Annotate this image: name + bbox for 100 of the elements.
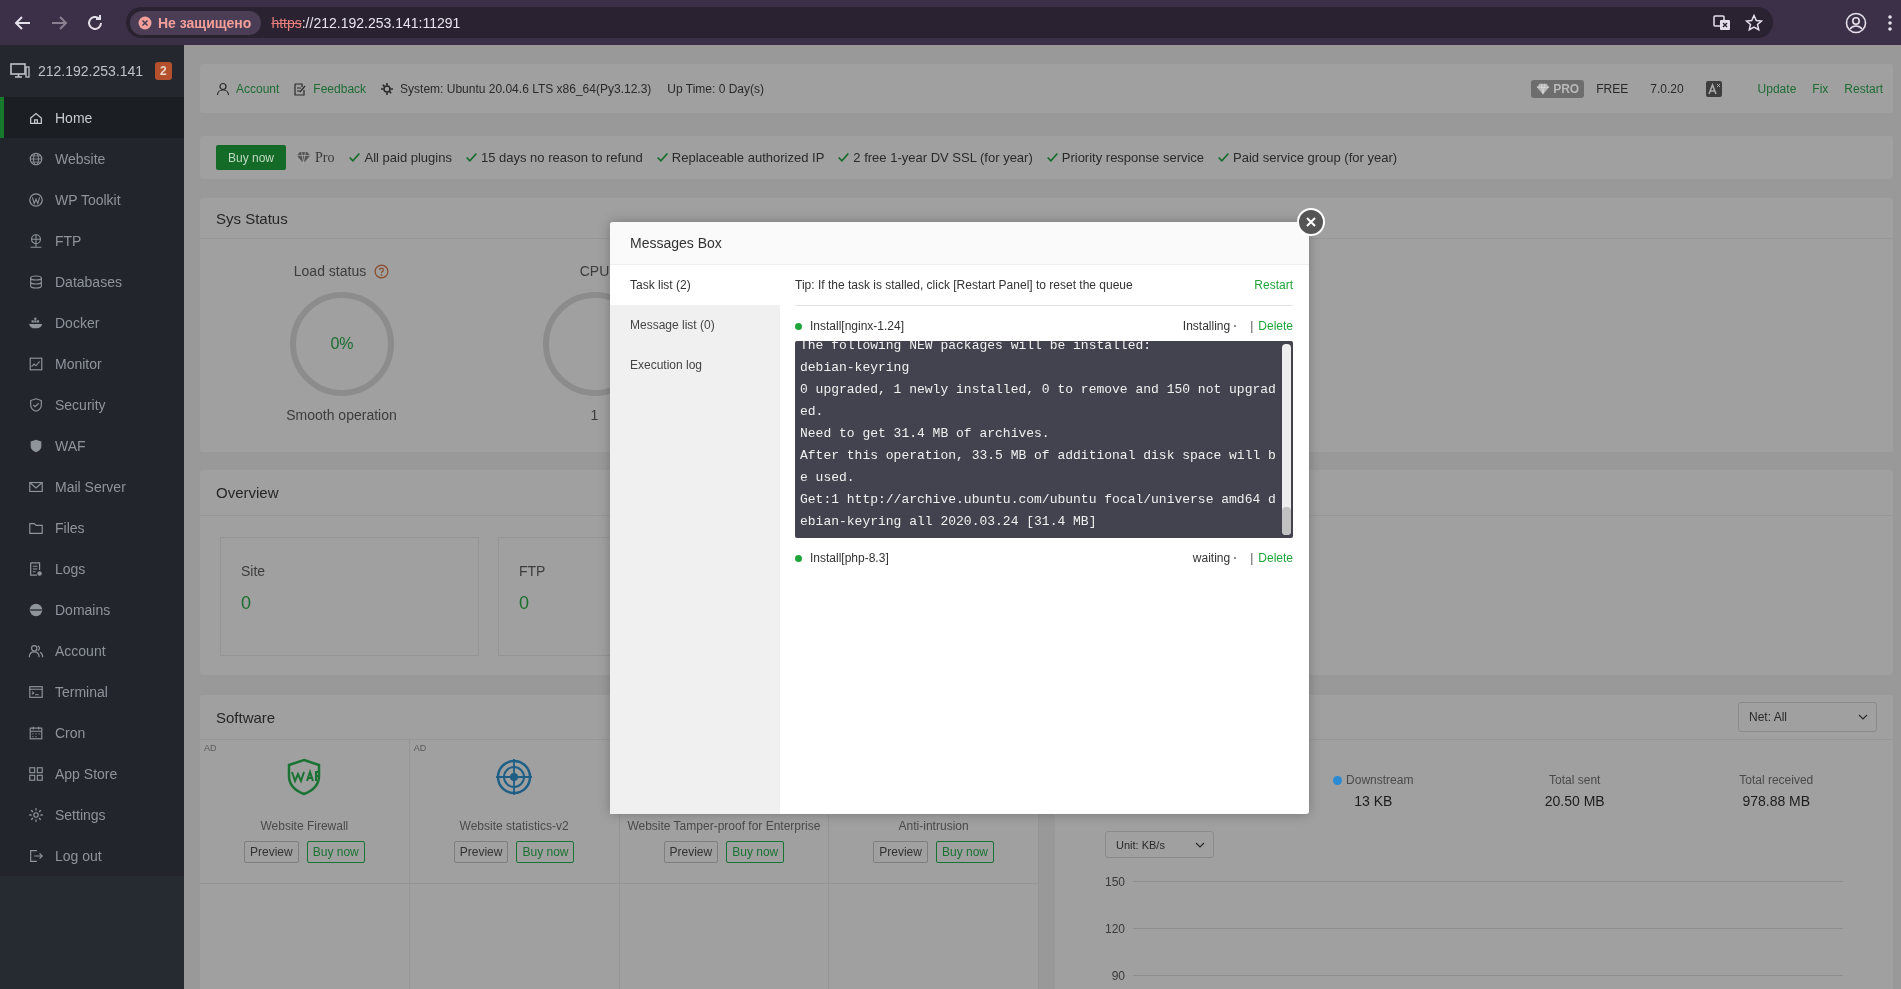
check-icon bbox=[655, 151, 669, 164]
check-icon bbox=[348, 151, 362, 164]
check-icon bbox=[1217, 151, 1231, 164]
feature-text: 2 free 1-year DV SSL (for year) bbox=[853, 150, 1033, 165]
target-icon bbox=[495, 758, 534, 796]
restart-link[interactable]: Restart bbox=[1254, 278, 1293, 292]
ad-label: AD bbox=[204, 743, 217, 753]
logout-icon bbox=[28, 847, 44, 864]
network-select[interactable]: Net: All bbox=[1738, 702, 1877, 732]
circle-logo-icon bbox=[28, 191, 44, 208]
sidebar-item[interactable]: WP Toolkit bbox=[0, 179, 184, 220]
stat-card[interactable]: Site 0 bbox=[220, 537, 479, 656]
tab[interactable]: Execution log bbox=[610, 345, 780, 385]
sidebar-item[interactable]: Docker bbox=[0, 302, 184, 343]
preview-button[interactable]: Preview bbox=[663, 841, 719, 863]
network-globe-icon bbox=[28, 232, 44, 249]
language-icon[interactable] bbox=[1705, 80, 1722, 97]
unit-select[interactable]: Unit: KB/s bbox=[1105, 831, 1214, 858]
monitor-icon bbox=[10, 62, 30, 80]
sidebar-item[interactable]: Files bbox=[0, 507, 184, 548]
sidebar-item[interactable]: Security bbox=[0, 384, 184, 425]
stat-label: Total received bbox=[1739, 773, 1814, 787]
security-chip[interactable]: Не защищено bbox=[130, 10, 262, 35]
address-bar[interactable]: Не защищено https://212.192.253.141:11291 bbox=[126, 7, 1773, 38]
sidebar-item[interactable]: Log out bbox=[0, 835, 184, 876]
caret-icon bbox=[1858, 714, 1868, 720]
feature-text: Priority response service bbox=[1061, 150, 1205, 165]
grid-icon bbox=[28, 765, 44, 782]
globe-icon bbox=[28, 150, 44, 167]
sidebar-item[interactable]: FTP bbox=[0, 220, 184, 261]
plugin-name: Anti-intrusion bbox=[898, 819, 969, 833]
sidebar-item[interactable]: Monitor bbox=[0, 343, 184, 384]
profile-icon[interactable] bbox=[1845, 11, 1867, 34]
check-icon bbox=[1045, 151, 1059, 164]
chart-icon bbox=[28, 355, 44, 372]
sidebar-item[interactable]: Logs bbox=[0, 548, 184, 589]
menu-icon[interactable] bbox=[1887, 13, 1893, 32]
sidebar-item[interactable]: App Store bbox=[0, 753, 184, 794]
tab[interactable]: Message list (0) bbox=[610, 305, 780, 345]
status-dot bbox=[795, 554, 802, 562]
sidebar-item[interactable]: Account bbox=[0, 630, 184, 671]
plugin-name: Website statistics-v2 bbox=[459, 819, 569, 833]
tip-text: Tip: If the task is stalled, click [Restart Panel] to reset the queue bbox=[795, 278, 1133, 292]
buy-now-button[interactable]: Buy now bbox=[216, 145, 287, 170]
tab[interactable]: Task list (2) bbox=[610, 265, 780, 305]
sidebar-item[interactable]: Cron bbox=[0, 712, 184, 753]
axis-label: 150 bbox=[1105, 874, 1125, 889]
close-icon bbox=[1305, 216, 1317, 228]
gauge-caption: Smooth operation bbox=[286, 407, 397, 423]
feature-text: Replaceable authorized IP bbox=[671, 150, 825, 165]
scrollbar[interactable] bbox=[1282, 344, 1291, 535]
shield-icon bbox=[28, 396, 44, 413]
preview-button[interactable]: Preview bbox=[244, 841, 299, 863]
plugin-name: Website Firewall bbox=[260, 819, 349, 833]
tier-label: Pro bbox=[315, 149, 335, 166]
help-icon[interactable] bbox=[374, 263, 390, 279]
ad-label: AD bbox=[413, 743, 427, 753]
stat-value: 13 KB bbox=[1354, 793, 1393, 809]
user-icon bbox=[216, 81, 230, 96]
separator-text: | bbox=[1250, 319, 1254, 333]
sidebar-item[interactable]: Settings bbox=[0, 794, 184, 835]
sidebar-item[interactable]: Home bbox=[0, 97, 184, 138]
sidebar-item[interactable]: WAF bbox=[0, 425, 184, 466]
feature-text: 15 days no reason to refund bbox=[480, 150, 643, 165]
axis-label: 120 bbox=[1105, 921, 1125, 936]
gauge-label: Load status bbox=[293, 263, 367, 279]
diamond-icon bbox=[1536, 81, 1551, 96]
error-icon bbox=[138, 15, 152, 30]
version-label: 7.0.20 bbox=[1650, 81, 1684, 96]
gauge-value: 0% bbox=[329, 335, 354, 352]
notification-badge[interactable]: 2 bbox=[155, 62, 172, 80]
plugin-name: Website Tamper-proof for Enterprise bbox=[627, 819, 821, 833]
task-status: Installing bbox=[1182, 319, 1231, 333]
log-line: Need to get 31.4 MB of archives. bbox=[800, 425, 1051, 443]
star-icon[interactable] bbox=[1745, 13, 1763, 32]
sidebar-item[interactable]: Terminal bbox=[0, 671, 184, 712]
check-icon bbox=[837, 151, 851, 164]
dialog-title: Messages Box bbox=[610, 222, 1309, 265]
log-line: debian-keyring bbox=[800, 359, 911, 377]
uptime-text: Up Time: 0 Day(s) bbox=[667, 81, 764, 96]
feature-text: Paid service group (for year) bbox=[1233, 150, 1398, 165]
sidebar-item[interactable]: Website bbox=[0, 138, 184, 179]
url-text: https://212.192.253.141:11291 bbox=[271, 14, 461, 31]
status-dot bbox=[795, 322, 802, 330]
task-name: Install[php-8.3] bbox=[810, 551, 890, 565]
separator-text: | bbox=[1250, 551, 1254, 565]
log-line: 0 upgraded, 1 newly installed, 0 to remove and 150 not upgraded. bbox=[800, 381, 1277, 421]
sidebar-item[interactable]: Mail Server bbox=[0, 466, 184, 507]
translate-icon[interactable] bbox=[1713, 13, 1731, 32]
edition-label: FREE bbox=[1596, 81, 1629, 96]
database-icon bbox=[28, 273, 44, 290]
delete-link[interactable]: Delete bbox=[1258, 551, 1293, 565]
sidebar-item[interactable]: Domains bbox=[0, 589, 184, 630]
preview-button[interactable]: Preview bbox=[873, 841, 928, 863]
diamond-icon bbox=[296, 150, 312, 165]
preview-button[interactable]: Preview bbox=[453, 841, 509, 863]
delete-link[interactable]: Delete bbox=[1258, 319, 1293, 333]
axis-label: 90 bbox=[1110, 968, 1125, 983]
sidebar-item[interactable]: Databases bbox=[0, 261, 184, 302]
caret-icon bbox=[1195, 841, 1205, 848]
